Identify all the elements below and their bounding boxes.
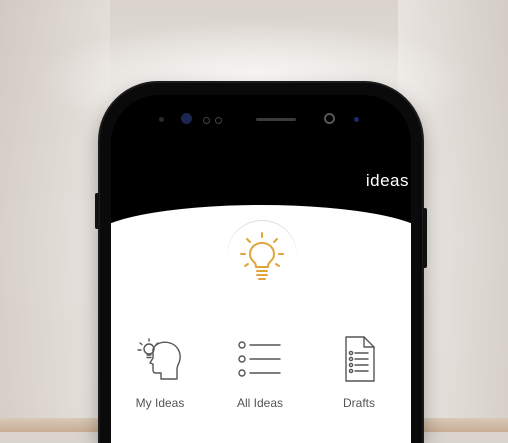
sensor-dot [215,117,222,124]
earpiece-speaker [256,118,296,121]
nav-label: Drafts [342,396,375,410]
document-icon [345,336,375,382]
nav-label: My Ideas [135,396,185,410]
head-bulb-icon [137,338,181,380]
nav-drafts[interactable]: Drafts [314,331,404,410]
lightbulb-icon [240,232,284,280]
power-button [423,208,427,268]
sensor-dot [203,117,210,124]
list-icon [238,341,281,377]
app-title: ideas [365,171,409,190]
phone-device: ideas My Ideas All Ideas Drafts [95,83,427,443]
phone-screen: ideas My Ideas All Ideas Drafts [111,95,411,443]
idea-bulb-button[interactable] [227,221,297,291]
sensor-dot [159,117,164,122]
volume-button [95,193,99,229]
iris-scanner-icon [181,113,192,124]
nav-label: All Ideas [236,396,284,410]
nav-all-ideas[interactable]: All Ideas [215,331,305,410]
front-camera-icon [324,113,335,124]
sensor-dot [354,117,359,122]
nav-my-ideas[interactable]: My Ideas [115,331,205,410]
